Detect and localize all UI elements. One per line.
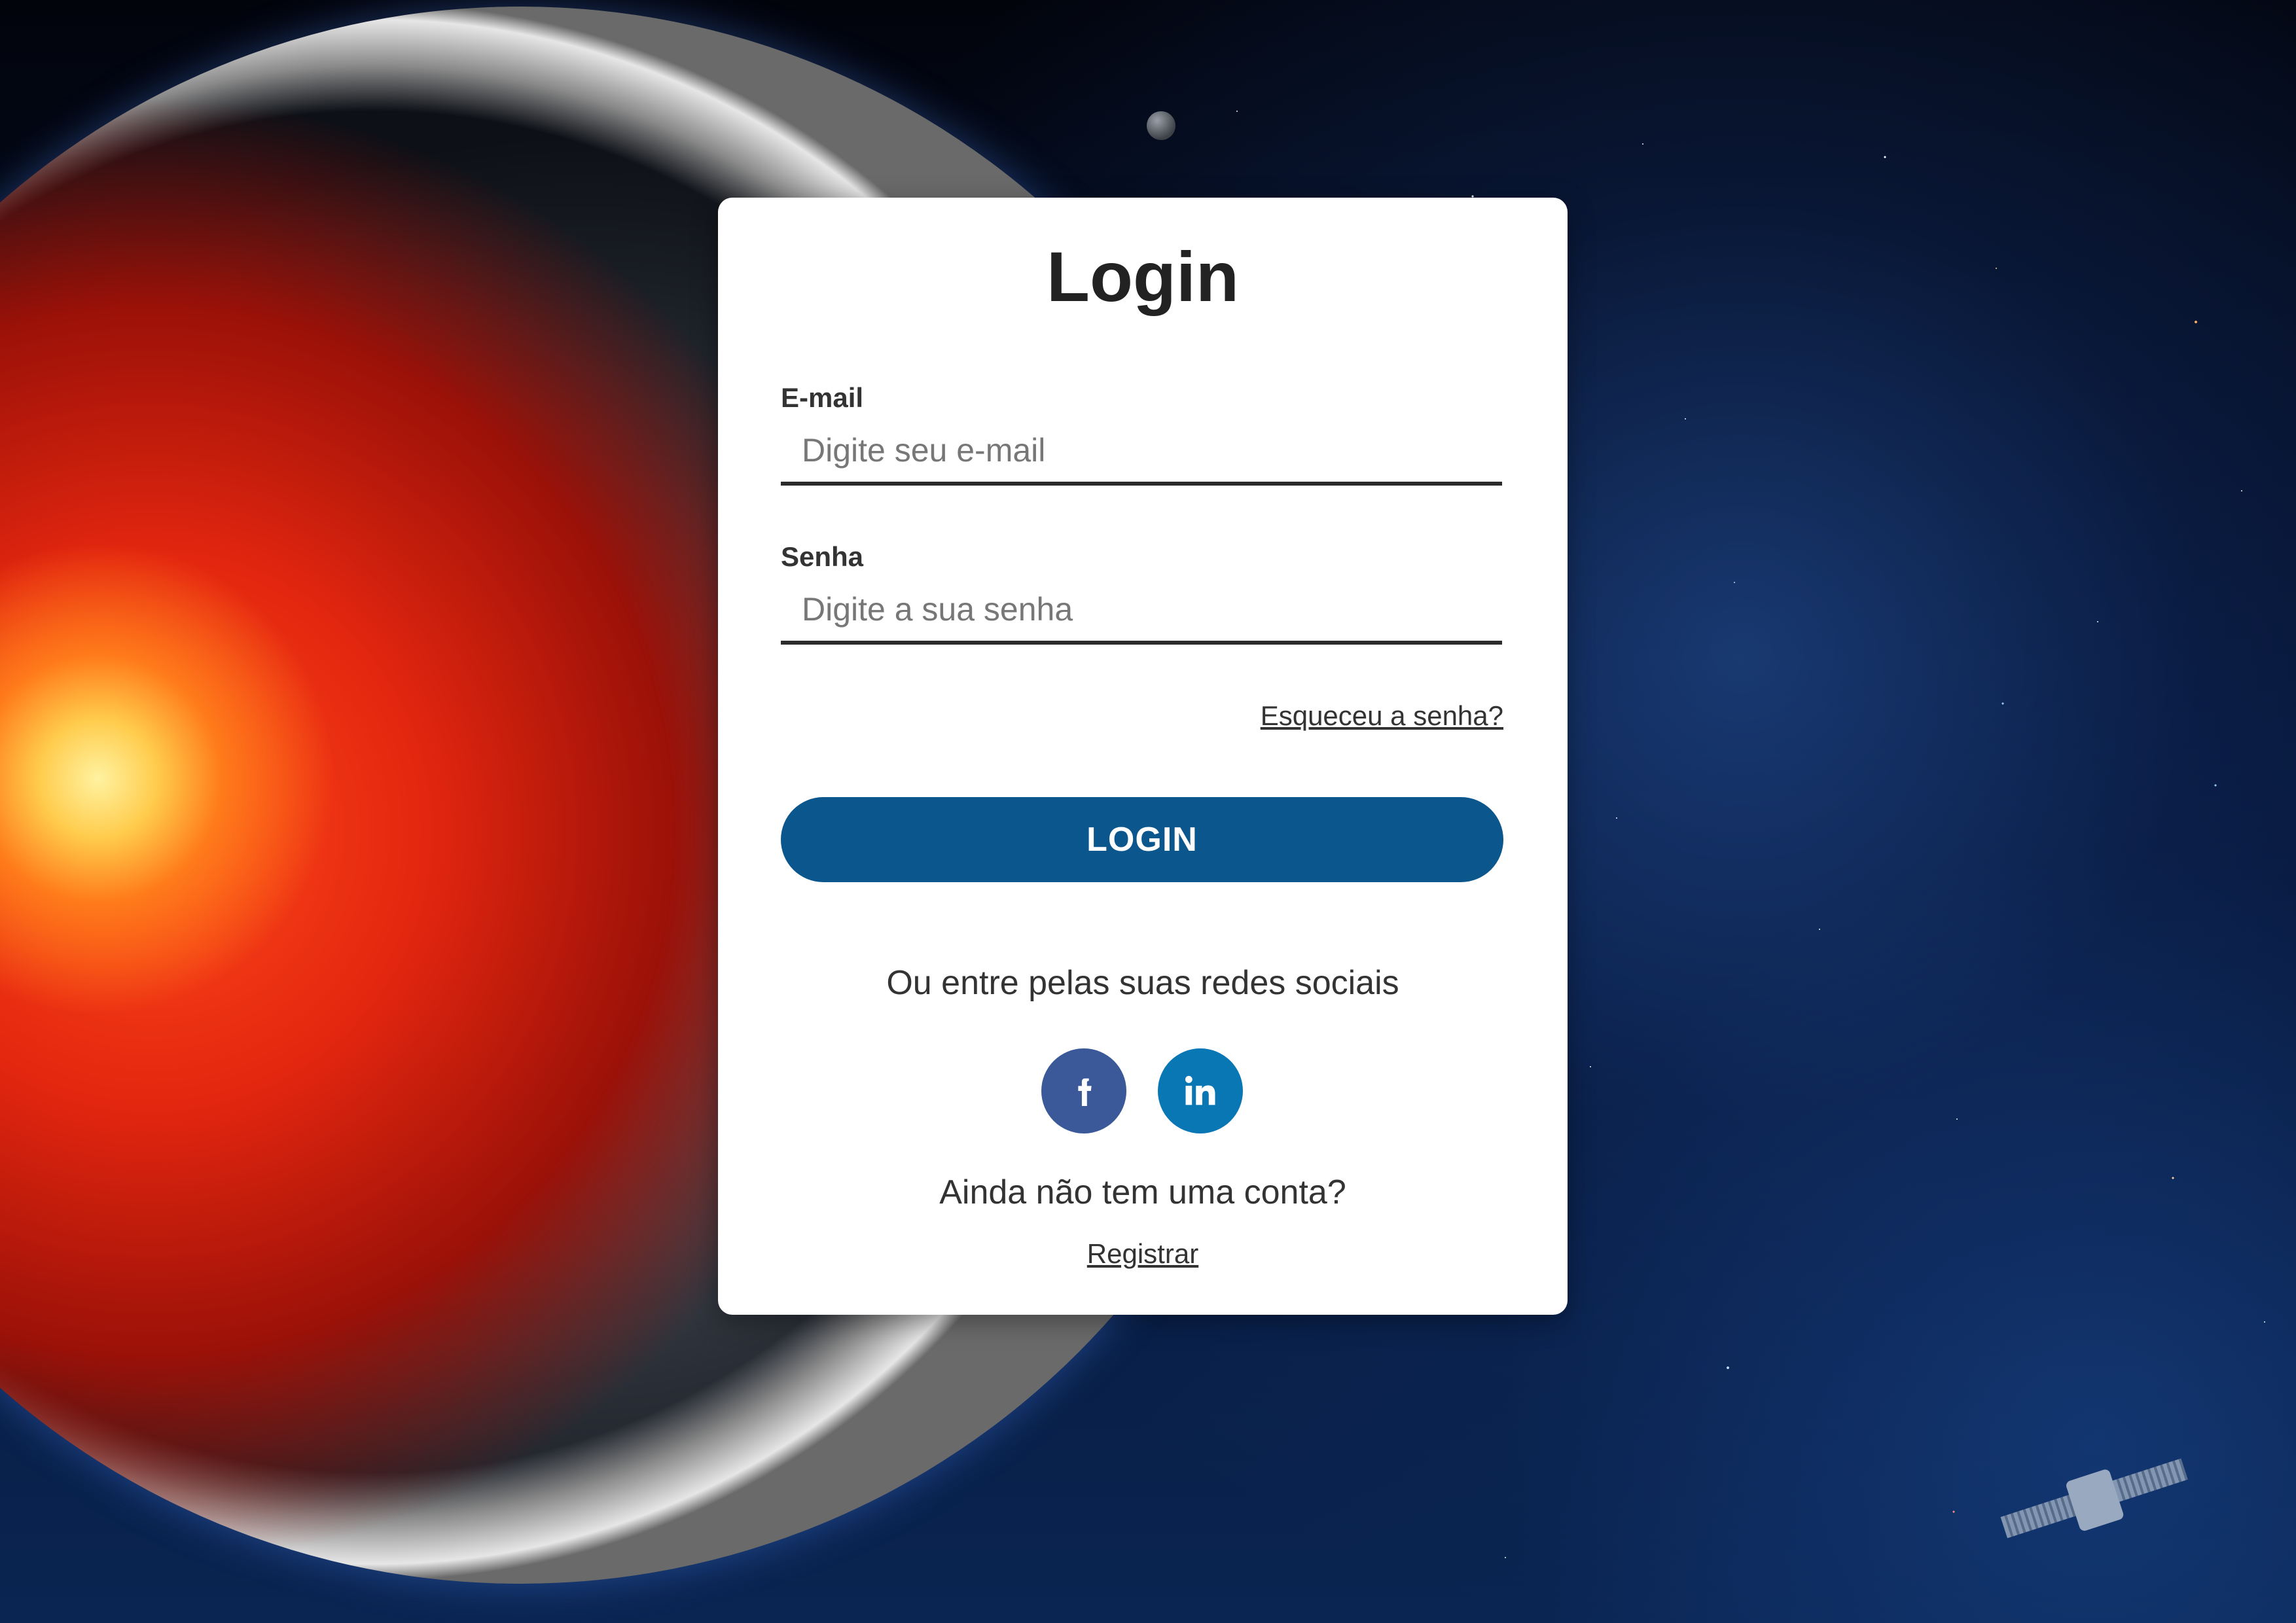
email-label: E-mail bbox=[781, 382, 864, 413]
facebook-login-button[interactable] bbox=[1041, 1048, 1126, 1133]
forgot-password-link[interactable]: Esqueceu a senha? bbox=[1261, 700, 1503, 732]
linkedin-login-button[interactable] bbox=[1158, 1048, 1243, 1133]
email-input[interactable] bbox=[781, 419, 1502, 486]
login-title: Login bbox=[1047, 237, 1239, 316]
no-account-text: Ainda não tem uma conta? bbox=[939, 1173, 1346, 1211]
login-card: Login E-mail Senha Esqueceu a senha? LOG… bbox=[718, 198, 1568, 1315]
linkedin-icon bbox=[1185, 1076, 1215, 1105]
register-row: Registrar bbox=[718, 1238, 1568, 1270]
login-button[interactable]: LOGIN bbox=[781, 797, 1503, 882]
facebook-icon bbox=[1078, 1078, 1092, 1106]
social-login-prompt: Ou entre pelas suas redes sociais bbox=[886, 964, 1399, 1002]
small-moon-image bbox=[1147, 111, 1175, 140]
password-label: Senha bbox=[781, 541, 864, 572]
password-input[interactable] bbox=[781, 578, 1502, 645]
register-link[interactable]: Registrar bbox=[1087, 1238, 1198, 1269]
